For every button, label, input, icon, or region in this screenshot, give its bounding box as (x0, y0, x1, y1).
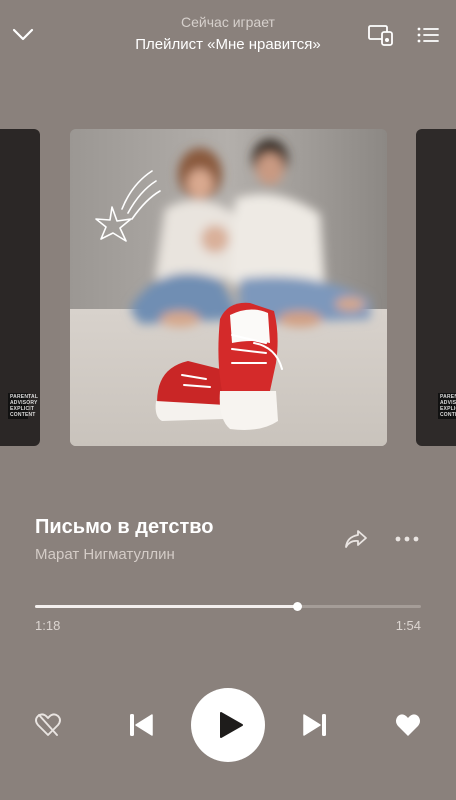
more-button[interactable] (390, 524, 424, 554)
album-cover-art (70, 129, 387, 446)
dislike-button[interactable] (32, 710, 64, 740)
album-cover[interactable] (70, 129, 387, 446)
progress-bar[interactable] (35, 602, 421, 611)
skip-next-icon (303, 714, 326, 736)
previous-track-cover[interactable]: PARENTAL ADVISORY EXPLICIT CONTENT (0, 129, 40, 446)
like-button[interactable] (392, 710, 424, 740)
play-icon (219, 712, 243, 738)
more-dots-icon (395, 536, 419, 542)
next-track-button[interactable] (298, 708, 332, 742)
track-title[interactable]: Письмо в детство (35, 516, 214, 539)
previous-track-button[interactable] (124, 708, 158, 742)
share-icon (345, 530, 367, 548)
devices-button[interactable] (366, 22, 396, 48)
play-button[interactable] (191, 688, 265, 762)
skip-previous-icon (130, 714, 153, 736)
next-track-cover[interactable]: PARENTAL ADVISORY EXPLICIT CONTENT (416, 129, 456, 446)
queue-button[interactable] (414, 22, 442, 48)
progress-knob[interactable] (293, 602, 303, 611)
parental-advisory-badge: PARENTAL ADVISORY EXPLICIT CONTENT (438, 393, 456, 419)
time-elapsed: 1:18 (35, 618, 61, 633)
progress-fill (35, 605, 298, 608)
dislike-heart-icon (35, 713, 61, 736)
heart-filled-icon (396, 714, 420, 736)
track-artist[interactable]: Марат Нигматуллин (35, 546, 175, 563)
parental-advisory-text: PARENTAL ADVISORY EXPLICIT CONTENT (438, 393, 456, 419)
share-button[interactable] (340, 524, 372, 554)
parental-advisory-text: PARENTAL ADVISORY EXPLICIT CONTENT (8, 393, 39, 419)
parental-advisory-badge: PARENTAL ADVISORY EXPLICIT CONTENT (8, 393, 39, 419)
time-total: 1:54 (395, 618, 421, 633)
queue-list-icon (417, 27, 439, 43)
devices-icon (368, 25, 393, 46)
